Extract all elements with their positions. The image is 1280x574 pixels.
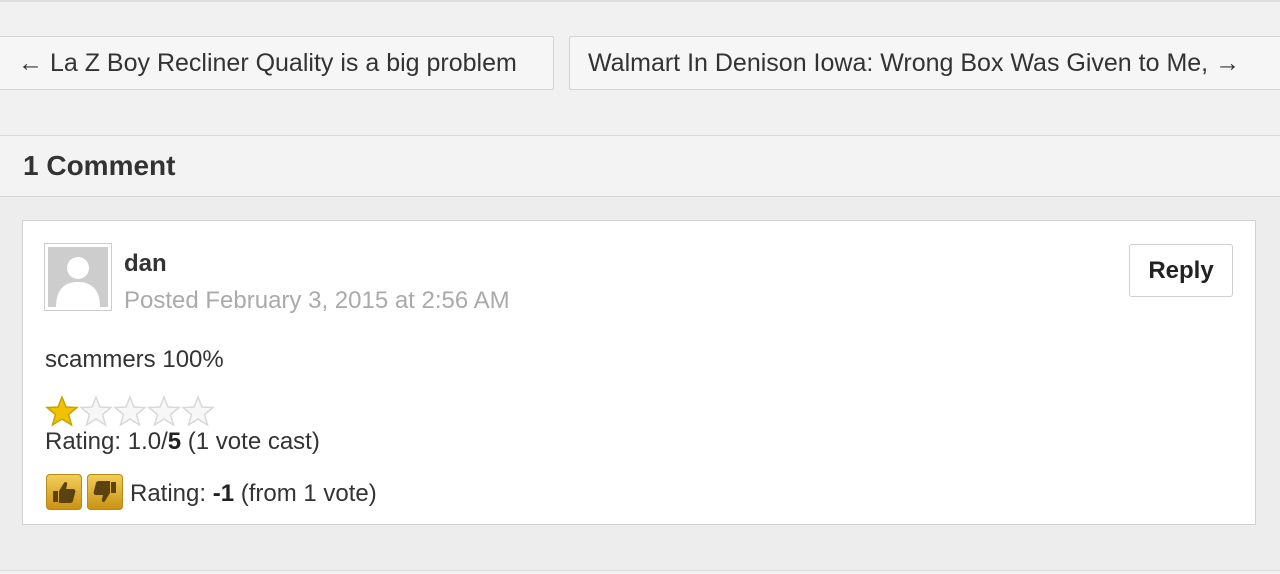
star-3-icon[interactable]	[113, 394, 147, 427]
thumbs-up-icon[interactable]	[46, 474, 82, 510]
comment-author: dan	[124, 250, 167, 277]
star-rating-text: Rating: 1.0/5 (1 vote cast)	[45, 428, 320, 456]
top-divider	[0, 0, 1280, 2]
comment-text: scammers 100%	[45, 346, 224, 373]
star-4-icon[interactable]	[147, 394, 181, 427]
thumb-rating-label: Rating:	[130, 480, 213, 507]
comments-section: 1 Comment dan Posted February 3, 2015 at…	[0, 135, 1280, 571]
previous-post-link[interactable]: ← La Z Boy Recliner Quality is a big pro…	[0, 36, 554, 90]
star-rating	[45, 394, 215, 427]
star-2-icon[interactable]	[79, 394, 113, 427]
avatar	[44, 243, 112, 311]
star-rating-separator: /	[161, 428, 168, 455]
next-post-link[interactable]: Walmart In Denison Iowa: Wrong Box Was G…	[569, 36, 1280, 90]
star-rating-votes: (1 vote cast)	[181, 428, 320, 455]
thumbs-down-icon[interactable]	[87, 474, 123, 510]
comment: dan Posted February 3, 2015 at 2:56 AM R…	[22, 220, 1256, 525]
star-5-icon[interactable]	[181, 394, 215, 427]
comments-header: 1 Comment	[0, 136, 1280, 197]
thumb-rating-text: Rating: -1 (from 1 vote)	[130, 480, 377, 508]
star-1-icon[interactable]	[45, 394, 79, 427]
default-user-avatar-icon	[48, 247, 108, 307]
thumb-rating-buttons	[46, 474, 128, 512]
star-rating-max: 5	[167, 428, 182, 455]
comment-timestamp: Posted February 3, 2015 at 2:56 AM	[124, 287, 510, 314]
thumb-rating-votes: (from 1 vote)	[234, 480, 377, 507]
thumb-rating-score: -1	[212, 480, 235, 507]
reply-button[interactable]: Reply	[1129, 244, 1233, 297]
star-rating-score: 1.0	[127, 428, 162, 455]
star-rating-label: Rating:	[45, 428, 128, 455]
comments-title: 1 Comment	[23, 150, 176, 181]
